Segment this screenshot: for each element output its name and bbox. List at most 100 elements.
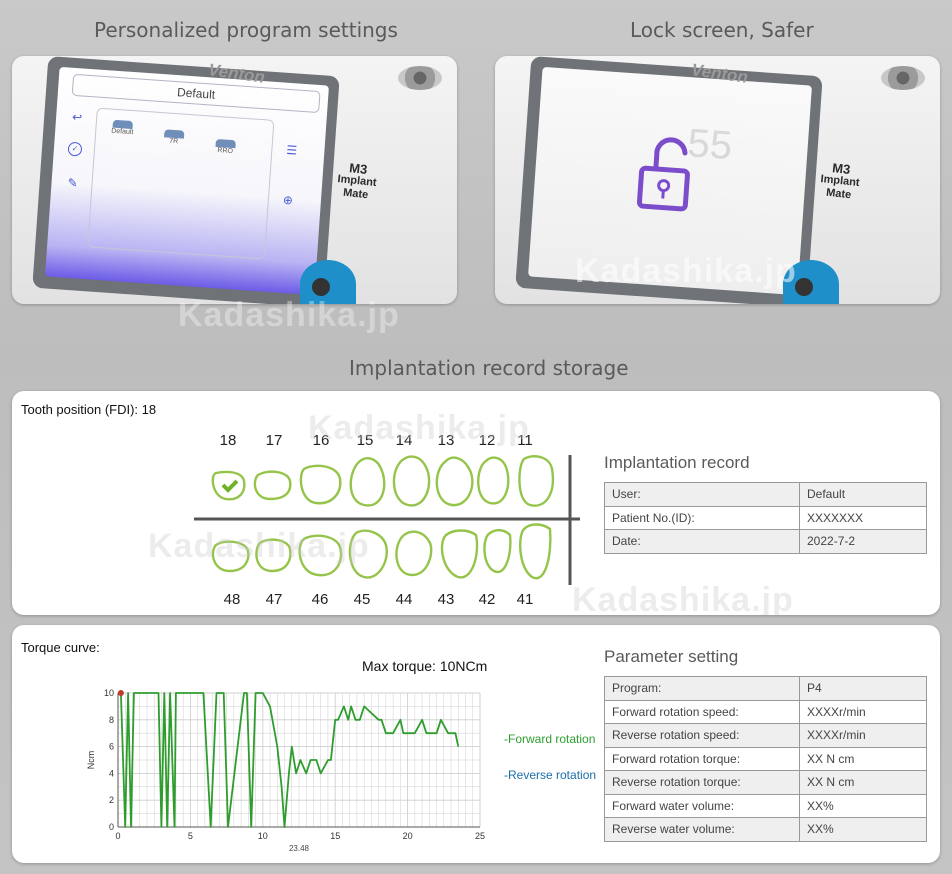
program-item-7r[interactable]: 7R xyxy=(154,129,195,147)
row-label: Reverse rotation torque: xyxy=(604,770,800,795)
program-item-label: RRO xyxy=(217,147,234,156)
control-knob[interactable] xyxy=(398,66,442,90)
y-tick-label: 8 xyxy=(109,715,114,725)
model-label: M3 Implant Mate xyxy=(805,159,875,205)
program-item-label: Default xyxy=(110,127,134,137)
table-row: User: Default xyxy=(604,482,927,507)
table-row: Date: 2022-7-2 xyxy=(604,529,927,554)
legend-reverse: -Reverse rotation xyxy=(504,768,597,782)
tooth-15[interactable] xyxy=(349,457,386,507)
heading-record-storage: Implantation record storage xyxy=(349,356,629,380)
watermark-text: Kadashika.jp xyxy=(148,527,370,565)
device-photo-program: Default Default 7R RRO ↩ ✓ ✎ ☰ ⊕ Venton … xyxy=(12,56,457,304)
control-knob[interactable] xyxy=(881,66,925,90)
row-value: 2022-7-2 xyxy=(799,529,927,554)
row-value: XXXXr/min xyxy=(799,699,927,724)
row-label: Program: xyxy=(604,676,800,701)
parameter-setting-table: Program: P4 Forward rotation speed: XXXXr/… xyxy=(604,676,927,842)
legend-forward: -Forward rotation xyxy=(504,732,596,746)
table-row: Forward water volume: XX% xyxy=(604,793,927,818)
program-item-default[interactable]: Default xyxy=(102,119,143,137)
row-label: Forward water volume: xyxy=(604,793,800,818)
tooth-43[interactable] xyxy=(440,529,479,579)
program-list-box: Default 7R RRO xyxy=(87,107,275,260)
row-value: P4 xyxy=(799,676,927,701)
x-tick-label: 0 xyxy=(115,831,120,841)
tooth-16[interactable] xyxy=(299,464,342,505)
table-row: Reverse water volume: XX% xyxy=(604,817,927,842)
tooth-18[interactable] xyxy=(211,470,246,501)
dental-chart xyxy=(194,455,580,585)
tooth-position-label: Tooth position (FDI): 18 xyxy=(21,402,157,417)
tooth-record-card: Tooth position (FDI): 18 18 17 16 15 14 … xyxy=(12,391,940,615)
model-label: M3 Implant Mate xyxy=(322,159,392,205)
y-tick-label: 2 xyxy=(109,795,114,805)
row-value: XX% xyxy=(799,793,927,818)
add-program-icon[interactable]: ⊕ xyxy=(282,193,293,208)
program-item-label: 7R xyxy=(169,137,179,146)
implantation-record-title: Implantation record xyxy=(604,453,750,472)
start-marker xyxy=(117,690,124,696)
tooth-14[interactable] xyxy=(392,455,431,507)
edit-icon[interactable]: ✎ xyxy=(67,176,78,191)
torque-chart: 0 5 10 15 20 25 0 2 4 6 8 10 Ncm 23.48 xyxy=(86,688,485,853)
row-label: Reverse rotation speed: xyxy=(604,723,800,748)
y-tick-label: 6 xyxy=(109,742,114,752)
row-label: Reverse water volume: xyxy=(604,817,800,842)
program-screen: Default Default 7R RRO ↩ ✓ ✎ ☰ ⊕ xyxy=(45,66,329,296)
tooth-number-lower: 41 xyxy=(516,591,534,608)
unlock-icon[interactable] xyxy=(631,134,706,219)
tooth-17[interactable] xyxy=(253,470,292,501)
watermark-text: Kadashika.jp xyxy=(575,252,797,290)
x-axis-label: 23.48 xyxy=(289,844,310,853)
tooth-42[interactable] xyxy=(483,529,512,574)
heading-lock-screen: Lock screen, Safer xyxy=(630,18,814,42)
program-item-rro[interactable]: RRO xyxy=(205,138,246,156)
torque-card: Torque curve: Max torque: 10NCm 0 5 10 15 20… xyxy=(12,625,940,863)
row-label: Patient No.(ID): xyxy=(604,505,800,530)
device-photo-lock: 55 Venton M3 Implant Mate Kadashika.jp xyxy=(495,56,940,304)
torque-curve-label: Torque curve: xyxy=(21,640,100,655)
watermark-text: Kadashika.jp xyxy=(572,581,794,615)
tooth-number-upper: 17 xyxy=(265,432,283,449)
tooth-number-lower: 48 xyxy=(223,591,241,608)
row-value: XXXXr/min xyxy=(799,723,927,748)
row-label: Forward rotation torque: xyxy=(604,746,800,771)
watermark-text: Kadashika.jp xyxy=(308,409,530,447)
model-subtitle: Implant Mate xyxy=(819,172,861,202)
row-label: Forward rotation speed: xyxy=(604,699,800,724)
watermark-text: Kadashika.jp xyxy=(178,296,400,334)
tooth-44[interactable] xyxy=(395,530,433,577)
implantation-record-table: User: Default Patient No.(ID): XXXXXXX D… xyxy=(604,482,927,554)
tooth-41[interactable] xyxy=(519,523,552,580)
y-tick-label: 4 xyxy=(109,768,114,778)
x-tick-label: 10 xyxy=(258,831,268,841)
model-subtitle: Implant Mate xyxy=(336,172,378,202)
y-tick-label: 0 xyxy=(109,822,114,832)
table-row: Reverse rotation torque: XX N cm xyxy=(604,770,927,795)
tooth-number-lower: 43 xyxy=(437,591,455,608)
x-tick-label: 5 xyxy=(188,831,193,841)
delete-program-icon[interactable]: ☰ xyxy=(286,143,298,158)
row-value: XX N cm xyxy=(799,770,927,795)
tooth-12[interactable] xyxy=(477,456,510,505)
y-tick-label: 10 xyxy=(104,688,114,698)
parameter-setting-title: Parameter setting xyxy=(604,647,739,666)
row-value: XXXXXXX xyxy=(799,505,927,530)
confirm-icon[interactable]: ✓ xyxy=(67,141,83,157)
tooth-number-lower: 47 xyxy=(265,591,283,608)
tooth-number-lower: 45 xyxy=(353,591,371,608)
back-icon[interactable]: ↩ xyxy=(72,110,83,125)
table-row: Forward rotation torque: XX N cm xyxy=(604,746,927,771)
max-torque-label: Max torque: 10NCm xyxy=(362,658,488,674)
tooth-number-lower: 44 xyxy=(395,591,413,608)
y-axis-label: Ncm xyxy=(86,751,96,770)
tooth-number-upper: 18 xyxy=(219,432,237,449)
table-row: Program: P4 xyxy=(604,676,927,701)
tooth-11[interactable] xyxy=(518,455,555,507)
table-row: Patient No.(ID): XXXXXXX xyxy=(604,505,927,530)
row-value: Default xyxy=(799,482,927,507)
row-value: XX N cm xyxy=(799,746,927,771)
tooth-13[interactable] xyxy=(435,456,474,507)
tooth-number-lower: 42 xyxy=(478,591,496,608)
